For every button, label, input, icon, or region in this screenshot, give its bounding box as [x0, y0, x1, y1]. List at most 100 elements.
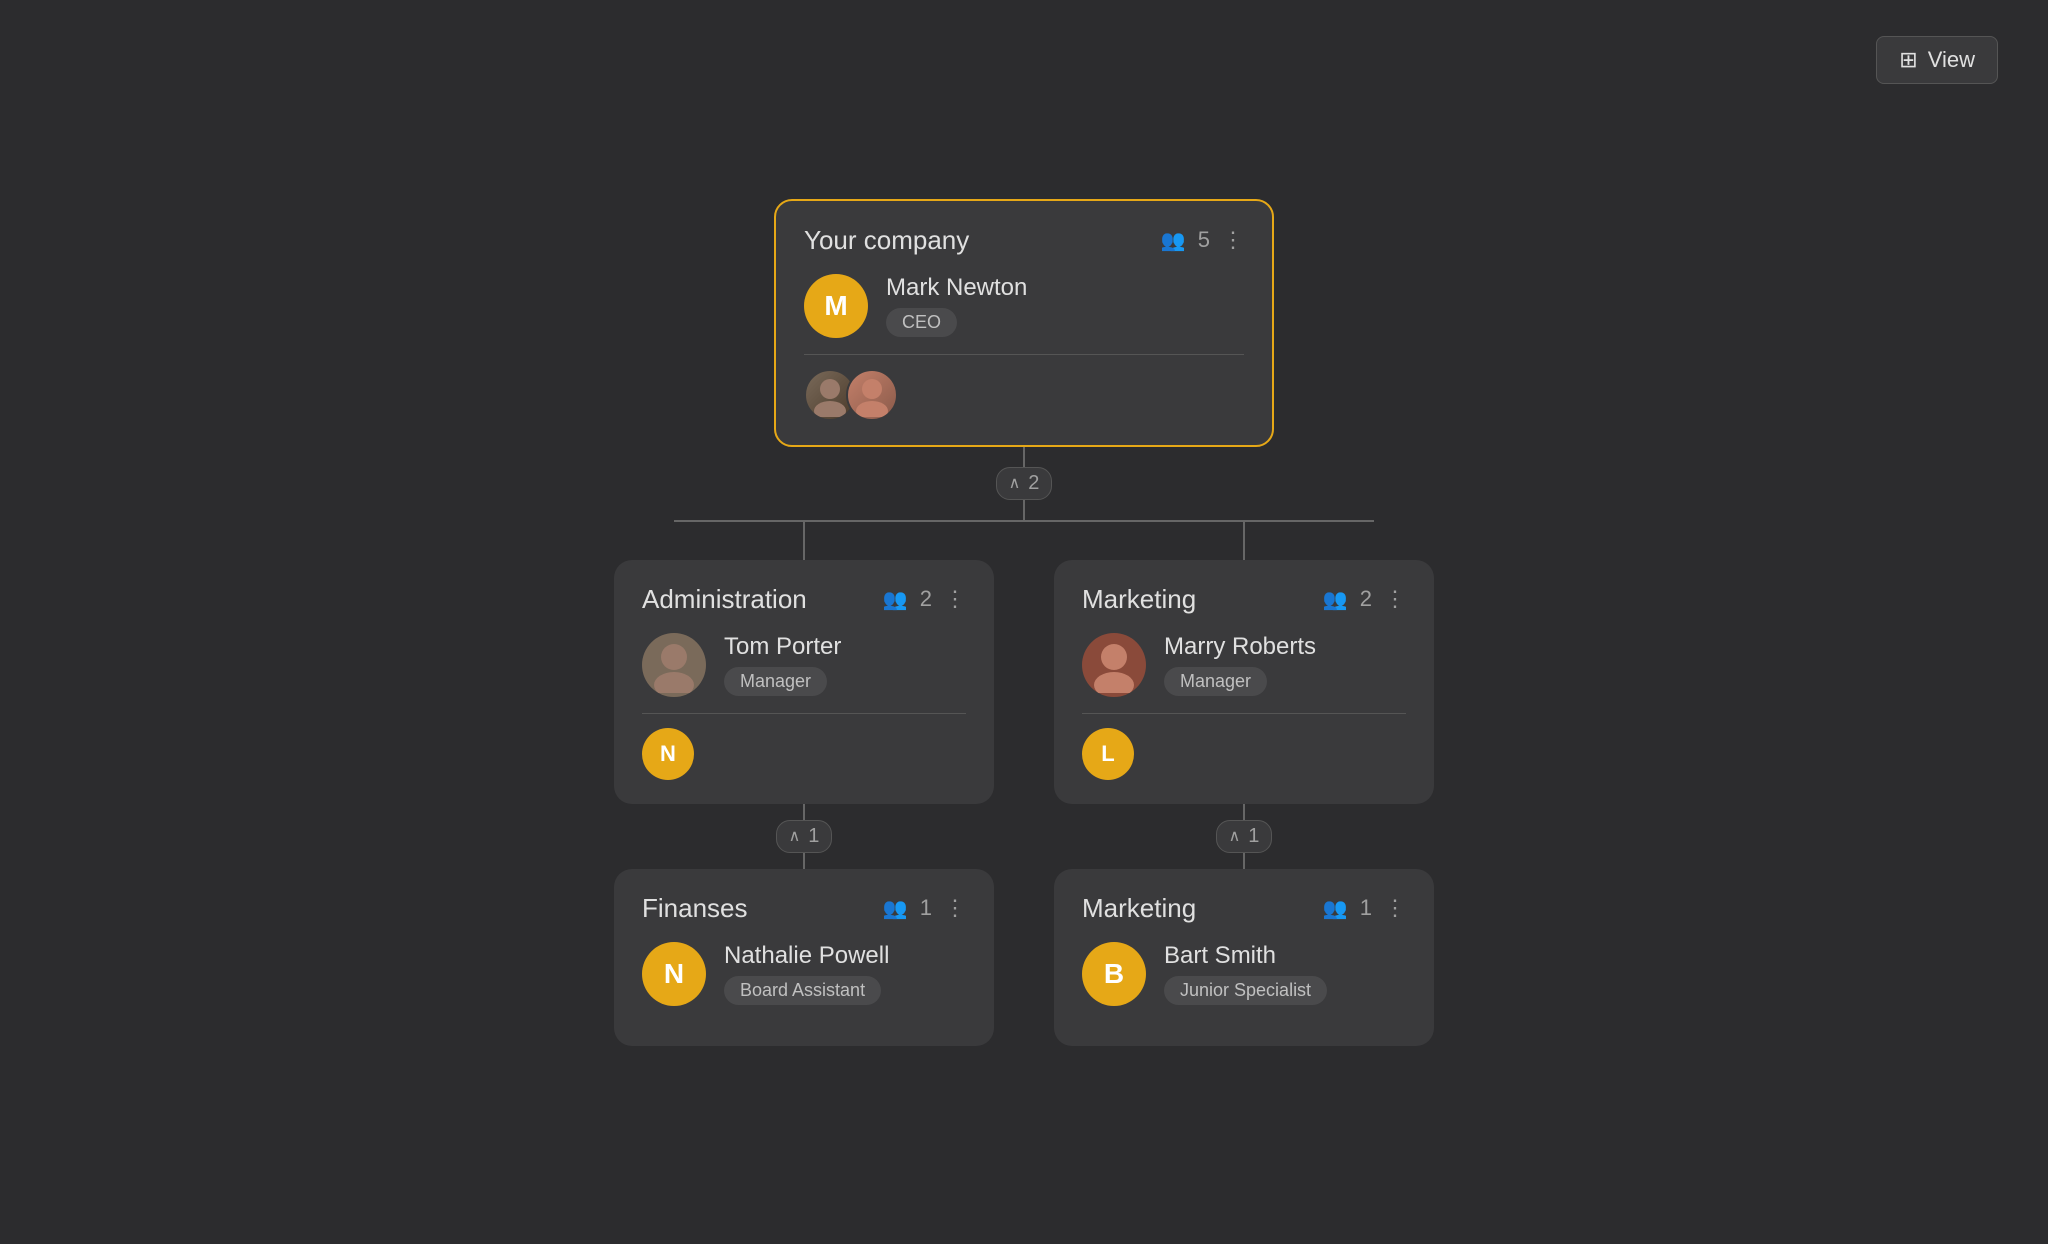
root-menu-icon[interactable]: ⋮	[1222, 227, 1244, 253]
finanses-person-row: N Nathalie Powell Board Assistant	[642, 942, 966, 1006]
root-person-role: CEO	[886, 308, 957, 337]
marketing-menu-icon[interactable]: ⋮	[1384, 586, 1406, 612]
admin-collapse-connector: ∧ 1	[614, 804, 994, 869]
nathalie-avatar-letter: N	[664, 958, 684, 990]
marketing2-title: Marketing	[1082, 893, 1196, 924]
administration-card: Administration 👥 2 ⋮ Tom Porter	[614, 560, 994, 804]
bart-info: Bart Smith Junior Specialist	[1164, 942, 1327, 1005]
admin-top-line	[803, 522, 805, 560]
nathalie-name: Nathalie Powell	[724, 942, 889, 970]
finanses-count: 1	[920, 895, 932, 921]
marketing-collapse-connector: ∧ 1	[1054, 804, 1434, 869]
org-chart: Your company 👥 5 ⋮ M Mark Newton CEO	[614, 199, 1434, 1046]
root-person-name: Mark Newton	[886, 274, 1027, 302]
root-card: Your company 👥 5 ⋮ M Mark Newton CEO	[774, 199, 1274, 447]
admin-header: Administration 👥 2 ⋮	[642, 584, 966, 615]
finanses-card: Finanses 👥 1 ⋮ N Nathalie Powell Board A…	[614, 869, 994, 1046]
nathalie-avatar: N	[642, 942, 706, 1006]
admin-title: Administration	[642, 584, 807, 615]
admin-count: 2	[920, 586, 932, 612]
tom-avatar	[642, 633, 706, 697]
bart-avatar-letter: B	[1104, 958, 1124, 990]
marketing2-meta: 👥 1 ⋮	[1323, 895, 1406, 921]
root-collapse-btn[interactable]: ∧ 2	[996, 467, 1053, 500]
root-person-row: M Mark Newton CEO	[804, 274, 1244, 338]
marry-role: Manager	[1164, 667, 1267, 696]
admin-collapse-vert-bottom	[803, 853, 805, 869]
marketing-header: Marketing 👥 2 ⋮	[1082, 584, 1406, 615]
bart-role: Junior Specialist	[1164, 976, 1327, 1005]
marketing-sub-avatar-l: L	[1082, 728, 1134, 780]
root-count: 5	[1198, 227, 1210, 253]
root-meta: 👥 5 ⋮	[1161, 227, 1244, 253]
nathalie-info: Nathalie Powell Board Assistant	[724, 942, 889, 1005]
marketing-col: Marketing 👥 2 ⋮ Marry Roberts	[1054, 522, 1434, 804]
admin-chevron-icon: ∧	[789, 826, 801, 846]
root-to-level1-connector: ∧ 2	[996, 447, 1053, 520]
admin-person-row: Tom Porter Manager	[642, 633, 966, 697]
tom-role: Manager	[724, 667, 827, 696]
bart-name: Bart Smith	[1164, 942, 1327, 970]
bart-avatar: B	[1082, 942, 1146, 1006]
marketing-collapse-vert-top	[1243, 804, 1245, 820]
root-title: Your company	[804, 225, 969, 256]
level1-branch: Administration 👥 2 ⋮ Tom Porter	[614, 520, 1434, 804]
view-icon: ⊞	[1899, 47, 1917, 73]
level2-row: Finanses 👥 1 ⋮ N Nathalie Powell Board A…	[614, 869, 1434, 1046]
root-sub-avatars	[804, 369, 1244, 421]
view-button[interactable]: ⊞ View	[1876, 36, 1998, 84]
admin-collapse-vert-top	[803, 804, 805, 820]
marketing2-count: 1	[1360, 895, 1372, 921]
root-chevron-icon: ∧	[1009, 473, 1021, 493]
admin-collapse-btn[interactable]: ∧ 1	[776, 820, 833, 853]
marketing2-menu-icon[interactable]: ⋮	[1384, 895, 1406, 921]
marketing-count: 2	[1360, 586, 1372, 612]
root-vert-line-bottom	[1023, 500, 1025, 520]
finanses-people-icon: 👥	[883, 896, 908, 921]
marketing-person-row: Marry Roberts Manager	[1082, 633, 1406, 697]
finanses-meta: 👥 1 ⋮	[883, 895, 966, 921]
admin-collapse-count: 1	[808, 825, 819, 848]
marketing-collapse-count: 1	[1248, 825, 1259, 848]
level1-row: Administration 👥 2 ⋮ Tom Porter	[614, 522, 1434, 804]
marketing-title: Marketing	[1082, 584, 1196, 615]
finanses-title: Finanses	[642, 893, 748, 924]
root-vert-line-top	[1023, 447, 1025, 467]
administration-col: Administration 👥 2 ⋮ Tom Porter	[614, 522, 994, 804]
marketing-collapse-vert-bottom	[1243, 853, 1245, 869]
marketing-chevron-icon: ∧	[1229, 826, 1241, 846]
sub-avatar-2	[846, 369, 898, 421]
admin-sub-avatar-n: N	[642, 728, 694, 780]
marketing-top-line	[1243, 522, 1245, 560]
marketing-meta: 👥 2 ⋮	[1323, 586, 1406, 612]
marketing-people-icon: 👥	[1323, 587, 1348, 612]
root-card-header: Your company 👥 5 ⋮	[804, 225, 1244, 256]
marketing2-header: Marketing 👥 1 ⋮	[1082, 893, 1406, 924]
tom-name: Tom Porter	[724, 633, 841, 661]
marketing-collapse-btn[interactable]: ∧ 1	[1216, 820, 1273, 853]
admin-menu-icon[interactable]: ⋮	[944, 586, 966, 612]
marketing2-person-row: B Bart Smith Junior Specialist	[1082, 942, 1406, 1006]
people-icon: 👥	[1161, 228, 1186, 253]
root-divider	[804, 354, 1244, 355]
root-avatar: M	[804, 274, 868, 338]
marketing-divider	[1082, 713, 1406, 714]
finanses-menu-icon[interactable]: ⋮	[944, 895, 966, 921]
root-avatar-letter: M	[824, 290, 847, 322]
marketing-card: Marketing 👥 2 ⋮ Marry Roberts	[1054, 560, 1434, 804]
admin-people-icon: 👥	[883, 587, 908, 612]
view-label: View	[1928, 47, 1975, 73]
marry-info: Marry Roberts Manager	[1164, 633, 1316, 696]
marry-name: Marry Roberts	[1164, 633, 1316, 661]
nathalie-role: Board Assistant	[724, 976, 881, 1005]
root-person-info: Mark Newton CEO	[886, 274, 1027, 337]
marry-avatar	[1082, 633, 1146, 697]
admin-meta: 👥 2 ⋮	[883, 586, 966, 612]
level1-collapse-row: ∧ 1 ∧ 1	[614, 804, 1434, 869]
level1-h-line	[674, 520, 1374, 522]
marketing2-people-icon: 👥	[1323, 896, 1348, 921]
marketing2-card: Marketing 👥 1 ⋮ B Bart Smith Junior Spec…	[1054, 869, 1434, 1046]
root-collapse-count: 2	[1028, 472, 1039, 495]
admin-divider	[642, 713, 966, 714]
finanses-header: Finanses 👥 1 ⋮	[642, 893, 966, 924]
